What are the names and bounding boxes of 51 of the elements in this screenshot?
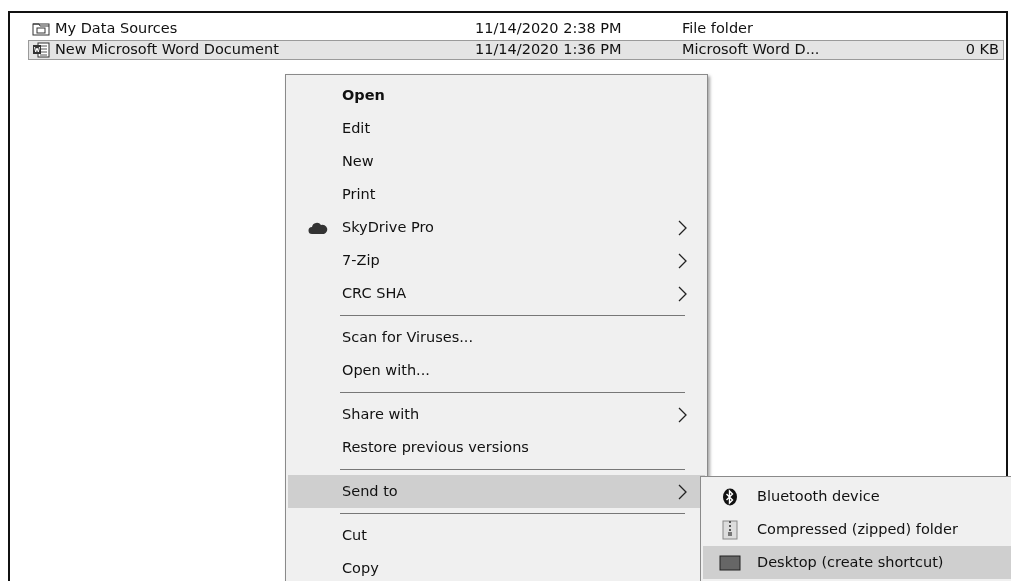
menu-item[interactable]: Edit: [288, 112, 705, 145]
menu-item[interactable]: CRC SHA: [288, 277, 705, 310]
file-type: File folder: [682, 19, 754, 39]
file-date: 11/14/2020 2:38 PM: [475, 19, 623, 39]
submenu-item[interactable]: Desktop (create shortcut): [703, 546, 1011, 579]
file-name: New Microsoft Word Document: [55, 40, 279, 60]
menu-item[interactable]: Print: [288, 178, 705, 211]
submenu-item[interactable]: Bluetooth device: [703, 480, 1011, 513]
menu-item-label: 7-Zip: [342, 250, 381, 270]
file-row[interactable]: My Data Sources 11/14/2020 2:38 PM File folder: [28, 19, 1004, 39]
menu-item[interactable]: Share with: [288, 398, 705, 431]
menu-item[interactable]: Send to: [288, 475, 705, 508]
menu-item-label: Copy: [342, 558, 380, 578]
chevron-icon: [678, 406, 687, 423]
menu-item-label: Restore previous versions: [342, 437, 530, 457]
menu-item-label: Print: [342, 184, 377, 204]
chevron-icon: [678, 219, 687, 236]
menu-item-label: Cut: [342, 525, 368, 545]
chevron-icon: [678, 285, 687, 302]
folder-icon: [32, 22, 50, 36]
menu-item[interactable]: Restore previous versions: [288, 431, 705, 464]
menu-item[interactable]: SkyDrive Pro: [288, 211, 705, 244]
menu-item-label: CRC SHA: [342, 283, 408, 303]
zip-folder-icon: [719, 519, 741, 540]
submenu-item-label: Compressed (zipped) folder: [757, 519, 958, 539]
file-date: 11/14/2020 1:36 PM: [475, 40, 623, 60]
menu-item-label: New: [342, 151, 375, 171]
menu-item-label: Share with: [342, 404, 421, 424]
file-name: My Data Sources: [55, 19, 178, 39]
file-size: 0 KB: [964, 40, 1000, 60]
chevron-icon: [678, 483, 687, 500]
menu-item[interactable]: New: [288, 145, 705, 178]
menu-item[interactable]: Open with...: [288, 354, 705, 387]
menu-item[interactable]: Scan for Viruses...: [288, 321, 705, 354]
menu-item-label: Send to: [342, 481, 399, 501]
submenu-item-label: Bluetooth device: [757, 486, 880, 506]
menu-item-label: Edit: [342, 118, 372, 138]
cloud-icon: [308, 220, 328, 235]
menu-item[interactable]: 7-Zip: [288, 244, 705, 277]
submenu-item-label: Desktop (create shortcut): [757, 552, 944, 572]
menu-item-label: Open with...: [342, 360, 431, 380]
file-type: Microsoft Word D...: [682, 40, 821, 60]
menu-item[interactable]: Open: [288, 79, 705, 112]
menu-item-label: SkyDrive Pro: [342, 217, 435, 237]
document-icon: [32, 42, 50, 58]
submenu-item[interactable]: Compressed (zipped) folder: [703, 513, 1011, 546]
chevron-icon: [678, 252, 687, 269]
monitor-icon: [719, 554, 741, 571]
menu-item-label: Scan for Viruses...: [342, 327, 475, 347]
file-row[interactable]: New Microsoft Word Document 11/14/2020 1:36 PM Microsoft Word D... 0 KB: [28, 40, 1004, 60]
menu-item-label: Open: [342, 85, 386, 105]
